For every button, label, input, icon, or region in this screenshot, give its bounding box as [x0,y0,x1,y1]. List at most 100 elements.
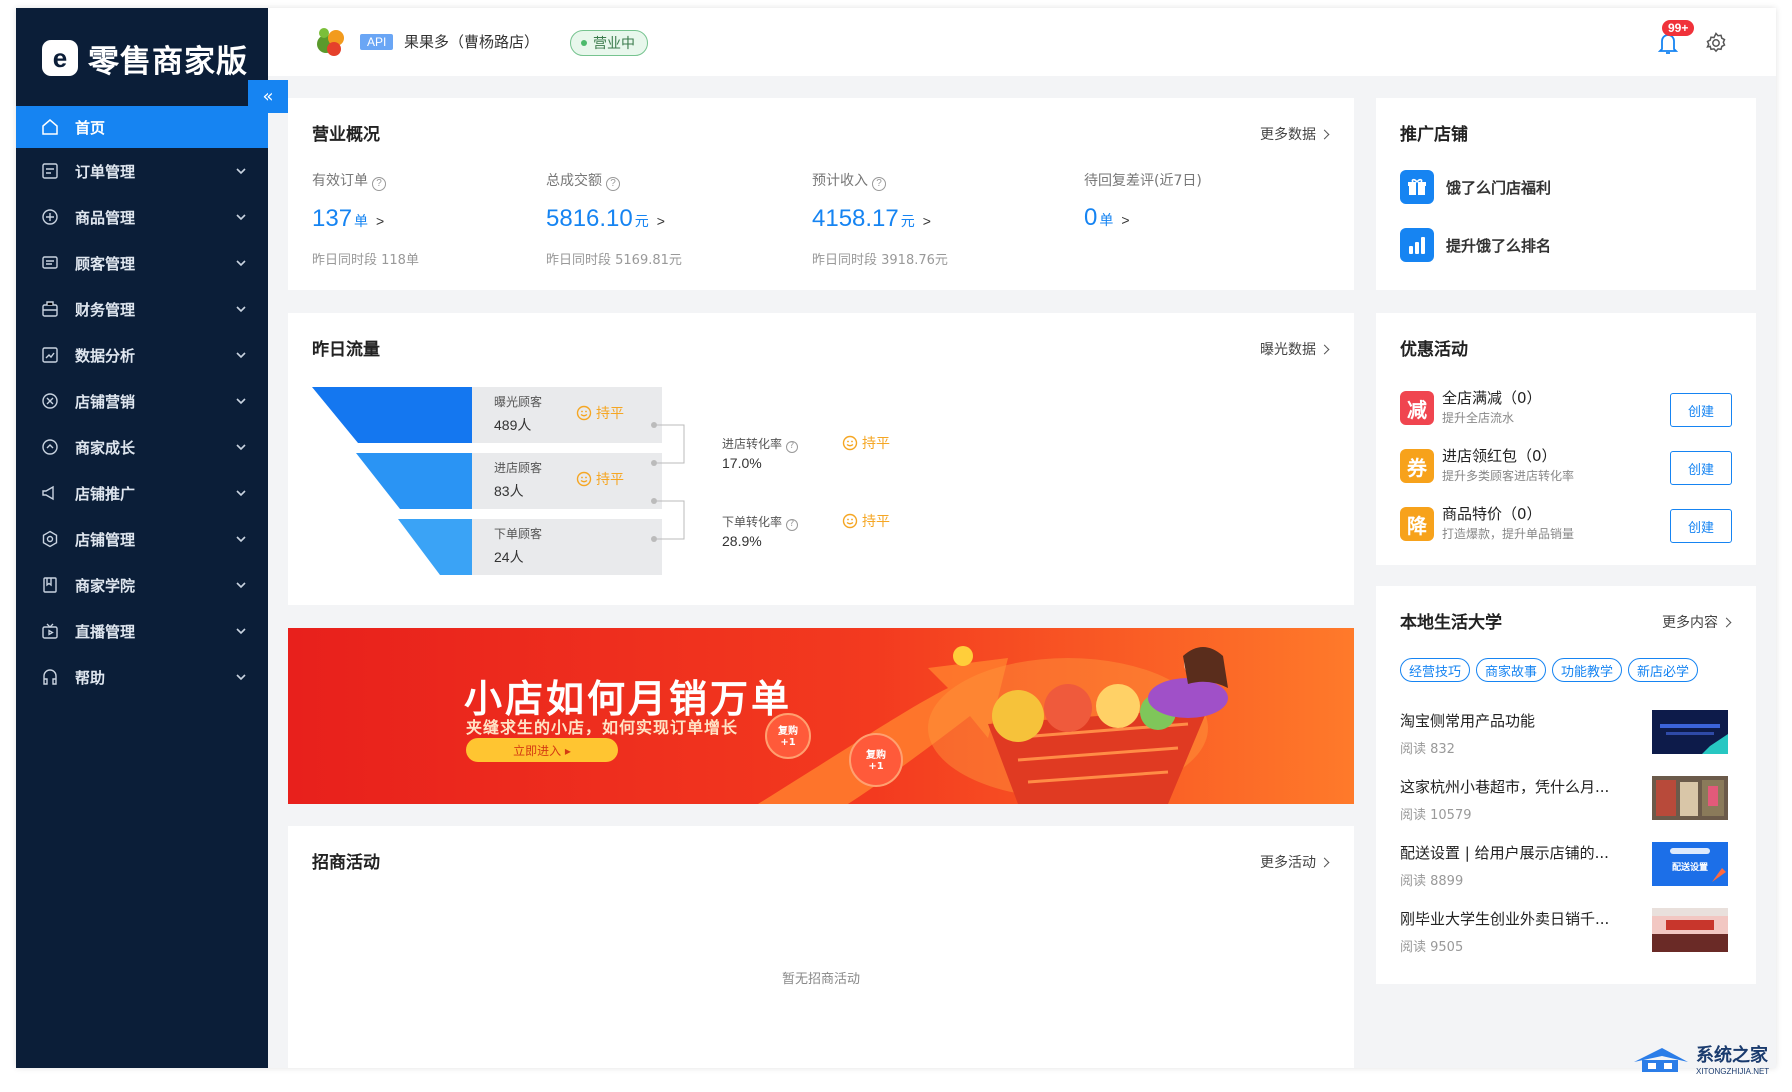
kpi-unit: 单 [354,213,369,229]
kpi-value-link[interactable]: 5816.10 元 > [546,205,682,233]
recruit-card: 招商活动 更多活动 暂无招商活动 [288,826,1354,1068]
banner-coin [953,646,973,666]
sidebar-item-marketing[interactable]: 店铺营销 [16,378,268,424]
discount-item-special-price: 降 商品特价（0） 打造爆款，提升单品销量 创建 [1400,503,1732,549]
tag-feature-tutorials[interactable]: 功能教学 [1552,658,1623,682]
sidebar-item-customers[interactable]: 顾客管理 [16,240,268,286]
store-name[interactable]: 果果多（曹杨路店） [404,31,539,52]
chevron-right-icon: > [656,213,665,229]
article-item[interactable]: 配送设置 | 给用户展示店铺的... 阅读 8899 配送设置 [1400,842,1730,906]
sidebar-item-finance[interactable]: 财务管理 [16,286,268,332]
sidebar-item-growth[interactable]: 商家成长 [16,424,268,470]
create-button[interactable]: 创建 [1670,393,1732,427]
kpi-value: 0 [1084,204,1098,231]
sidebar-item-help[interactable]: 帮助 [16,654,268,700]
article-item[interactable]: 淘宝侧常用产品功能 阅读 832 [1400,710,1730,774]
help-icon[interactable]: ? [872,177,886,191]
sidebar-item-analytics[interactable]: 数据分析 [16,332,268,378]
sidebar-item-label: 店铺推广 [75,484,136,503]
create-button[interactable]: 创建 [1670,451,1732,485]
discount-desc: 提升全店流水 [1442,411,1515,425]
kpi-value-link[interactable]: 137 单 > [312,205,419,233]
trend-label: 持平 [862,514,890,530]
sidebar-item-products[interactable]: 商品管理 [16,194,268,240]
discount-glyph-icon: 降 [1400,507,1434,541]
tag-merchant-stories[interactable]: 商家故事 [1476,658,1547,682]
watermark-url: XITONGZHIJIA.NET [1696,1067,1770,1076]
discount-desc: 提升多类顾客进店转化率 [1442,469,1575,483]
sidebar-item-label: 商家学院 [75,576,136,595]
promotion-icon [41,484,59,502]
sidebar-item-label: 财务管理 [75,300,136,319]
trend-flat: 持平 [576,469,624,489]
promote-link-welfare[interactable]: 饿了么门店福利 [1400,170,1551,204]
store-avatar[interactable] [314,24,348,58]
trend-label: 持平 [596,472,624,488]
discount-glyph-icon: 减 [1400,391,1434,425]
kpi-label: 预计收入 [812,173,868,189]
article-thumbnail [1652,710,1728,754]
kpi-expected-income: 预计收入? 4158.17 元 > 昨日同时段 3918.76元 [812,170,948,268]
chevron-down-icon [236,628,246,635]
tag-new-store-essentials[interactable]: 新店必学 [1628,658,1699,682]
empty-state: 暂无招商活动 [781,972,860,987]
kpi-value-link[interactable]: 4158.17 元 > [812,205,948,233]
gift-icon [1400,170,1434,204]
sidebar-collapse-button[interactable]: « [248,80,288,113]
sidebar-nav: 首页 订单管理 商品管理 顾客管理 财务管理 数据分析 店铺营销 商家成长 店铺… [16,106,268,700]
sidebar-item-store-settings[interactable]: 店铺管理 [16,516,268,562]
connector-dot [651,422,657,428]
kpi-unit: 单 [1099,212,1114,228]
article-item[interactable]: 这家杭州小巷超市，凭什么月... 阅读 10579 [1400,776,1730,840]
kpi-valid-orders: 有效订单? 137 单 > 昨日同时段 118单 [312,170,419,268]
more-content-link[interactable]: 更多内容 [1662,612,1730,632]
discount-name: 商品特价（0） [1442,505,1542,523]
promote-link-ranking[interactable]: 提升饿了么排名 [1400,228,1551,262]
banner-fruit [1044,684,1092,732]
sidebar-item-label: 店铺营销 [75,392,136,411]
sidebar-item-academy[interactable]: 商家学院 [16,562,268,608]
chevron-down-icon [236,536,246,543]
sidebar-item-home[interactable]: 首页 [16,106,268,148]
sidebar-item-live[interactable]: 直播管理 [16,608,268,654]
promo-banner[interactable]: 复购+1 复购+1 小店如何月销万单 夹缝求生的小店，如何实现订单增长 立即进入… [288,628,1354,804]
recruit-title: 招商活动 [312,853,380,873]
sidebar-item-label: 订单管理 [75,162,136,181]
sidebar-item-orders[interactable]: 订单管理 [16,148,268,194]
thumbnail-text: 配送设置 [1672,861,1708,873]
discount-card: 优惠活动 减 全店满减（0） 提升全店流水 创建 券 进店领红包（0） 提升多类… [1376,313,1756,565]
tag-business-tips[interactable]: 经营技巧 [1400,658,1471,682]
status-label: 营业中 [593,36,635,52]
help-icon[interactable]: ? [372,177,386,191]
trend-label: 持平 [596,406,624,422]
funnel-label-exposed: 曝光顾客 [494,395,543,409]
more-activities-link[interactable]: 更多活动 [1260,852,1328,872]
create-button[interactable]: 创建 [1670,509,1732,543]
discount-glyph-icon: 券 [1400,449,1434,483]
status-badge[interactable]: 营业中 [570,30,648,56]
banner-enter-button[interactable]: 立即进入 ▸ [466,738,618,762]
conversion-label-text: 进店转化率 [722,437,783,451]
kpi-value-link[interactable]: 0 单 > [1084,204,1202,232]
discount-name: 进店领红包（0） [1442,447,1557,465]
article-item[interactable]: 刚毕业大学生创业外卖日销千... 阅读 9505 [1400,908,1730,972]
funnel-stage-entered [356,453,472,509]
sidebar-item-label: 商品管理 [75,208,136,227]
product-icon [41,208,59,226]
help-icon[interactable]: ? [785,519,798,531]
article-title: 这家杭州小巷超市，凭什么月... [1400,778,1610,796]
logo-mark: e [42,40,78,76]
gear-icon[interactable] [1704,31,1728,55]
more-data-link[interactable]: 更多数据 [1260,124,1328,144]
banner-artwork: 复购+1 复购+1 [758,646,1228,804]
sidebar-item-promotion[interactable]: 店铺推广 [16,470,268,516]
conversion-label: 进店转化率 ? [722,435,798,453]
promote-link-label: 提升饿了么排名 [1446,236,1552,255]
exposure-data-link[interactable]: 曝光数据 [1260,339,1328,359]
trend-flat: 持平 [842,433,890,453]
sidebar-item-label: 帮助 [75,668,106,687]
analytics-icon [41,346,59,364]
help-icon[interactable]: ? [785,441,798,453]
help-icon[interactable]: ? [606,177,620,191]
banner-repurchase-text: 复购+1 [865,748,886,772]
